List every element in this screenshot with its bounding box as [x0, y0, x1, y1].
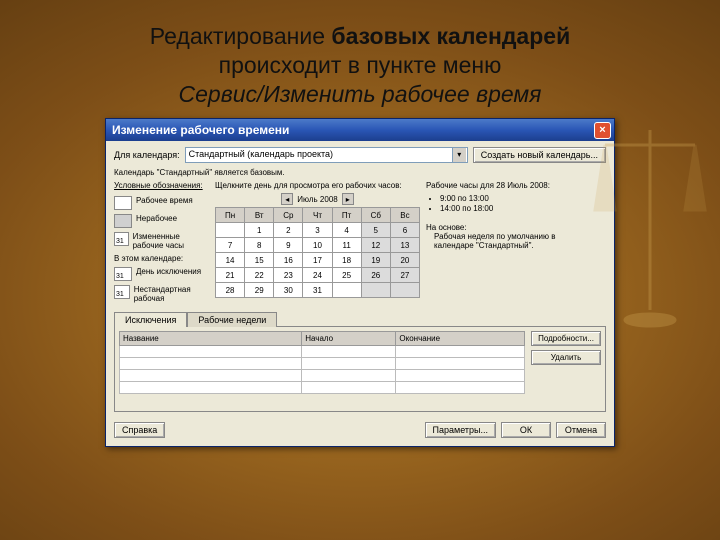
dow: Сб	[361, 208, 390, 223]
details-title: Рабочие часы для 28 Июль 2008:	[426, 181, 596, 190]
legend-box-changed: 31	[114, 232, 129, 246]
legend-nonstd: Нестандартная рабочая	[134, 285, 209, 303]
day[interactable]: 26	[361, 268, 390, 283]
exceptions-grid[interactable]: Название Начало Окончание	[119, 331, 525, 394]
day[interactable]: 31	[303, 283, 332, 298]
cancel-button[interactable]: Отмена	[556, 422, 606, 438]
hours-2: 14:00 по 18:00	[440, 204, 596, 213]
day[interactable]: 2	[274, 223, 303, 238]
day[interactable]: 17	[303, 253, 332, 268]
legend-exc: День исключения	[136, 267, 201, 276]
dow: Вс	[390, 208, 419, 223]
day[interactable]: 7	[216, 238, 245, 253]
ok-button[interactable]: ОК	[501, 422, 551, 438]
day[interactable]: 22	[245, 268, 274, 283]
hours-1: 9:00 по 13:00	[440, 194, 596, 203]
day[interactable]	[216, 223, 245, 238]
legend-box-nonstd: 31	[114, 285, 130, 299]
day[interactable]: 16	[274, 253, 303, 268]
col-end: Окончание	[396, 332, 525, 346]
legend-changed: Измененные рабочие часы	[133, 232, 209, 250]
day[interactable]: 13	[390, 238, 419, 253]
delete-button[interactable]: Удалить	[531, 350, 601, 365]
day[interactable]: 8	[245, 238, 274, 253]
day[interactable]: 27	[390, 268, 419, 283]
day[interactable]: 24	[303, 268, 332, 283]
base-label: На основе:	[426, 223, 596, 232]
day[interactable]: 12	[361, 238, 390, 253]
day[interactable]: 1	[245, 223, 274, 238]
titlebar: Изменение рабочего времени ×	[106, 119, 614, 141]
day[interactable]	[390, 283, 419, 298]
calendar-grid[interactable]: Пн Вт Ср Чт Пт Сб Вс 123456 78910111213 …	[215, 207, 420, 298]
day[interactable]: 23	[274, 268, 303, 283]
calendar-select[interactable]: Стандартный (календарь проекта)	[185, 147, 468, 163]
details-pane: Рабочие часы для 28 Июль 2008: 9:00 по 1…	[426, 181, 596, 303]
day[interactable]: 9	[274, 238, 303, 253]
day[interactable]	[332, 283, 361, 298]
params-button[interactable]: Параметры...	[425, 422, 496, 438]
dow: Вт	[245, 208, 274, 223]
day[interactable]: 14	[216, 253, 245, 268]
calendar-hint: Щелкните день для просмотра его рабочих …	[215, 181, 420, 190]
scales-decoration	[590, 120, 710, 340]
dow: Пт	[332, 208, 361, 223]
day[interactable]: 10	[303, 238, 332, 253]
dow: Ср	[274, 208, 303, 223]
base-note: Календарь "Стандартный" является базовым…	[114, 168, 606, 177]
day[interactable]: 19	[361, 253, 390, 268]
legend-box-exc: 31	[114, 267, 132, 281]
prev-month-button[interactable]: ◂	[281, 193, 293, 205]
col-start: Начало	[302, 332, 396, 346]
tab-exceptions[interactable]: Исключения	[114, 312, 187, 327]
dow: Пн	[216, 208, 245, 223]
legend-title: Условные обозначения:	[114, 181, 209, 190]
change-working-time-dialog: Изменение рабочего времени × Для календа…	[105, 118, 615, 447]
new-calendar-button[interactable]: Создать новый календарь...	[473, 147, 606, 163]
dow: Чт	[303, 208, 332, 223]
day[interactable]: 29	[245, 283, 274, 298]
help-button[interactable]: Справка	[114, 422, 165, 438]
h-l3: Сервис/Изменить рабочее время	[40, 80, 680, 109]
base-text: Рабочая неделя по умолчанию в календаре …	[434, 232, 596, 250]
tab-work-weeks[interactable]: Рабочие недели	[187, 312, 277, 327]
slide-heading: Редактирование базовых календарей происх…	[0, 0, 720, 118]
legend-box-nonwork	[114, 214, 132, 228]
calendar-value: Стандартный (календарь проекта)	[189, 149, 333, 159]
legend-box-work	[114, 196, 132, 210]
legend-nonwork: Нерабочее	[136, 214, 177, 223]
legend-work: Рабочее время	[136, 196, 193, 205]
day[interactable]: 30	[274, 283, 303, 298]
legend: Условные обозначения: Рабочее время Нера…	[114, 181, 209, 303]
next-month-button[interactable]: ▸	[342, 193, 354, 205]
day[interactable]	[361, 283, 390, 298]
col-name: Название	[120, 332, 302, 346]
h-l1b: базовых календарей	[331, 23, 570, 49]
day[interactable]: 4	[332, 223, 361, 238]
dialog-title: Изменение рабочего времени	[112, 123, 289, 137]
day[interactable]: 6	[390, 223, 419, 238]
h-l2: происходит в пункте меню	[40, 51, 680, 80]
day[interactable]: 25	[332, 268, 361, 283]
day[interactable]: 5	[361, 223, 390, 238]
day[interactable]: 18	[332, 253, 361, 268]
day[interactable]: 28	[216, 283, 245, 298]
h-l1a: Редактирование	[150, 23, 332, 49]
legend-in-this: В этом календаре:	[114, 254, 209, 263]
day[interactable]: 11	[332, 238, 361, 253]
day[interactable]: 20	[390, 253, 419, 268]
day[interactable]: 15	[245, 253, 274, 268]
month-label: Июль 2008	[297, 195, 337, 204]
day[interactable]: 3	[303, 223, 332, 238]
calendar-label: Для календаря:	[114, 150, 180, 160]
day[interactable]: 21	[216, 268, 245, 283]
